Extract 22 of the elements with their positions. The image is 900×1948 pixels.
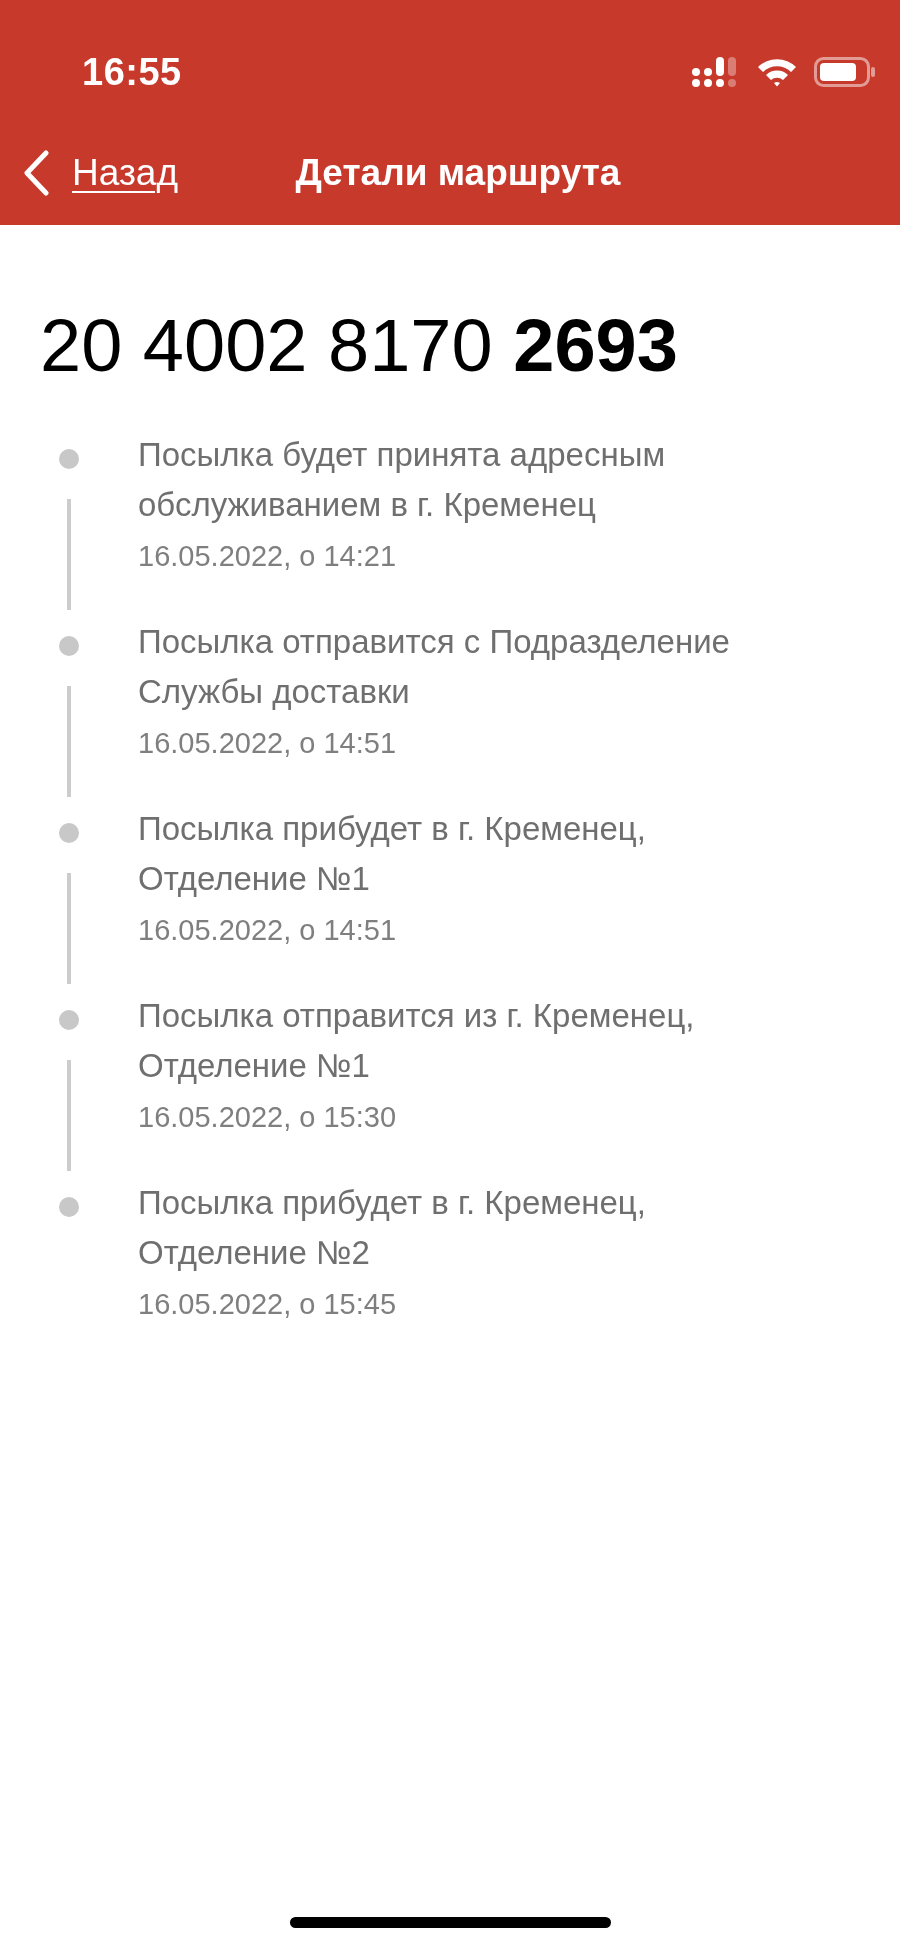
tracking-number: 20 4002 8170 2693 <box>40 303 678 389</box>
event-description: Посылка отправится из г. Кременец, Отделение №1 <box>138 996 696 1086</box>
event-datetime: 16.05.2022, о 14:51 <box>138 913 397 948</box>
status-time: 16:55 <box>82 50 182 94</box>
event-datetime: 16.05.2022, о 14:51 <box>138 726 397 761</box>
screen-title: Детали маршрута <box>295 151 621 194</box>
back-button[interactable]: Назад <box>22 149 178 196</box>
event-datetime: 16.05.2022, о 15:30 <box>138 1100 397 1135</box>
event-description: Посылка будет принята адресным обслуживанием в г. Кременец <box>138 435 667 525</box>
event-datetime: 16.05.2022, о 15:45 <box>138 1287 397 1322</box>
chevron-left-icon <box>22 149 50 196</box>
wifi-icon <box>756 57 798 87</box>
event-description: Посылка прибудет в г. Кременец, Отделение №2 <box>138 1183 647 1273</box>
event-datetime: 16.05.2022, о 14:21 <box>138 539 397 574</box>
timeline-dot-icon <box>59 449 79 469</box>
timeline-dot-icon <box>59 1197 79 1217</box>
timeline-dot-icon <box>59 1010 79 1030</box>
timeline-dot-icon <box>59 636 79 656</box>
event-description: Посылка прибудет в г. Кременец, Отделение №1 <box>138 809 647 899</box>
timeline-dot-icon <box>59 823 79 843</box>
event-description: Посылка отправится с Подразделение Службы доставки <box>138 622 731 712</box>
battery-icon <box>814 57 876 87</box>
